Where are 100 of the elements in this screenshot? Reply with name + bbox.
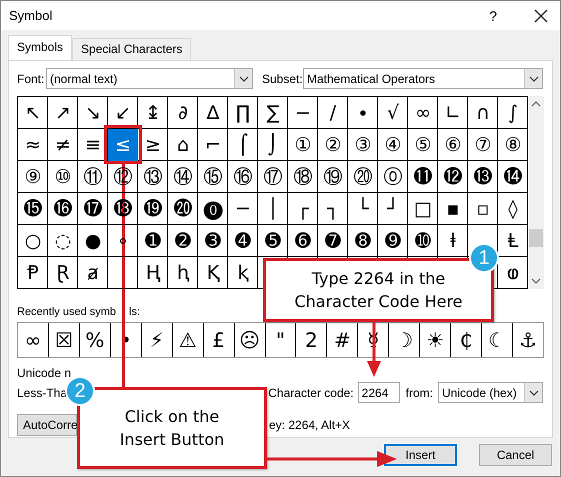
dialog-button[interactable]: Cancel xyxy=(479,444,552,466)
symbol-cell[interactable]: ∘ xyxy=(108,225,138,257)
symbol-cell[interactable]: ① xyxy=(288,129,318,161)
symbol-cell[interactable]: ⓰ xyxy=(48,193,78,225)
symbol-cell[interactable]: ⱪ xyxy=(228,257,258,289)
symbol-cell[interactable]: ∂ xyxy=(168,97,198,129)
close-icon[interactable] xyxy=(534,8,548,22)
symbol-cell[interactable]: Ⱪ xyxy=(198,257,228,289)
symbol-cell[interactable]: ┘ xyxy=(378,193,408,225)
symbol-cell[interactable]: − xyxy=(288,97,318,129)
symbol-cell[interactable]: ∙ xyxy=(348,97,378,129)
symbol-cell[interactable]: √ xyxy=(378,97,408,129)
symbol-cell[interactable]: ⑭ xyxy=(168,161,198,193)
symbol-cell[interactable]: ☹ xyxy=(234,323,266,357)
symbol-cell[interactable]: ⌡ xyxy=(258,129,288,161)
symbol-cell[interactable]: ⑨ xyxy=(18,161,48,193)
symbol-cell[interactable]: ∞ xyxy=(18,323,49,357)
symbol-cell[interactable]: ● xyxy=(78,225,108,257)
scrollbar[interactable] xyxy=(528,96,544,289)
symbol-cell[interactable]: ∏ xyxy=(228,97,258,129)
symbol-cell[interactable]: ↗ xyxy=(48,97,78,129)
symbol-cell[interactable]: ↙ xyxy=(108,97,138,129)
tab[interactable]: Symbols xyxy=(8,35,72,60)
symbol-cell[interactable]: ➓ xyxy=(408,225,438,257)
symbol-cell[interactable]: ∞ xyxy=(408,97,438,129)
symbol-cell[interactable]: ∫ xyxy=(498,97,528,129)
symbol-cell[interactable]: ↘ xyxy=(78,97,108,129)
symbol-cell[interactable]: ⚓ xyxy=(513,323,543,357)
symbol-cell[interactable]: % xyxy=(80,323,111,357)
symbol-cell[interactable]: ⑯ xyxy=(228,161,258,193)
symbol-cell[interactable]: ≈ xyxy=(18,129,48,161)
symbol-cell[interactable]: □ xyxy=(408,193,438,225)
symbol-cell[interactable]: ⌠ xyxy=(228,129,258,161)
symbol-cell[interactable]: ⚡ xyxy=(142,323,173,357)
symbol-cell[interactable]: ⌂ xyxy=(168,129,198,161)
symbol-cell[interactable]: ⓴ xyxy=(168,193,198,225)
symbol-cell[interactable]: ➒ xyxy=(378,225,408,257)
symbol-cell[interactable]: ⑤ xyxy=(408,129,438,161)
symbol-cell[interactable]: ∕ xyxy=(318,97,348,129)
font-dropdown[interactable]: (normal text) xyxy=(46,68,253,89)
help-button[interactable]: ? xyxy=(489,8,497,24)
symbol-cell[interactable]: ➐ xyxy=(318,225,348,257)
symbol-cell[interactable]: ⑬ xyxy=(138,161,168,193)
symbol-cell[interactable]: └ xyxy=(348,193,378,225)
symbol-cell[interactable]: ∩ xyxy=(468,97,498,129)
symbol-cell[interactable]: ⱡ xyxy=(438,225,468,257)
symbol-cell[interactable]: ➎ xyxy=(258,225,288,257)
symbol-cell[interactable]: ≤ xyxy=(108,129,138,161)
symbol-cell[interactable]: ⑦ xyxy=(468,129,498,161)
symbol-cell[interactable]: ≡ xyxy=(78,129,108,161)
symbol-cell[interactable]: ◊ xyxy=(498,193,528,225)
symbol-cell[interactable]: ⓿ xyxy=(198,193,228,225)
symbol-cell[interactable]: Ᵽ xyxy=(18,257,48,289)
symbol-cell[interactable]: ⚠ xyxy=(172,323,204,357)
symbol-cell[interactable]: ⱥ xyxy=(78,257,108,289)
symbol-cell[interactable]: ∟ xyxy=(438,97,468,129)
symbol-cell[interactable]: ⱷ xyxy=(498,257,528,289)
symbol-cell[interactable]: ☒ xyxy=(48,323,80,357)
from-dropdown[interactable]: Unicode (hex) xyxy=(438,382,543,403)
symbol-cell[interactable]: ⓫ xyxy=(408,161,438,193)
symbol-cell[interactable]: " xyxy=(266,323,296,357)
dialog-button[interactable]: Insert xyxy=(384,444,457,466)
symbol-cell[interactable]: ⑧ xyxy=(498,129,528,161)
symbol-cell[interactable]: ▪ xyxy=(438,193,468,225)
symbol-cell[interactable]: ⓯ xyxy=(18,193,48,225)
scrollbar-thumb[interactable] xyxy=(529,229,543,247)
symbol-cell[interactable]: ≥ xyxy=(138,129,168,161)
symbol-cell[interactable]: ₵ xyxy=(451,323,482,357)
symbol-cell[interactable]: ➌ xyxy=(198,225,228,257)
symbol-cell[interactable]: ⑪ xyxy=(78,161,108,193)
symbol-cell[interactable]: ⑱ xyxy=(288,161,318,193)
symbol-cell[interactable]: ◌ xyxy=(48,225,78,257)
symbol-cell[interactable]: Ⱡ xyxy=(498,225,528,257)
symbol-cell[interactable]: ☀ xyxy=(420,323,452,357)
symbol-cell[interactable]: ④ xyxy=(378,129,408,161)
tab[interactable]: Special Characters xyxy=(72,38,192,60)
symbol-cell[interactable]: ⑰ xyxy=(258,161,288,193)
symbol-cell[interactable]: ≠ xyxy=(48,129,78,161)
symbol-cell[interactable]: ⑲ xyxy=(318,161,348,193)
symbol-cell[interactable]: ∑ xyxy=(258,97,288,129)
symbol-cell[interactable]: ⑳ xyxy=(348,161,378,193)
symbol-cell[interactable]: Ⱨ xyxy=(138,257,168,289)
symbol-cell[interactable]: ↨ xyxy=(138,97,168,129)
caret-icon[interactable] xyxy=(528,76,538,82)
symbol-cell[interactable]: # xyxy=(327,323,358,357)
symbol-cell[interactable]: ➑ xyxy=(348,225,378,257)
symbol-cell[interactable]: ➏ xyxy=(288,225,318,257)
symbol-cell[interactable]: ┐ xyxy=(318,193,348,225)
autocorrect-button[interactable]: AutoCorre xyxy=(17,414,77,436)
symbol-cell[interactable]: │ xyxy=(258,193,288,225)
symbol-cell[interactable]: ⌐ xyxy=(198,129,228,161)
input-field[interactable]: 2264 xyxy=(358,382,400,403)
symbol-cell[interactable]: 2 xyxy=(296,323,328,357)
symbol-cell[interactable]: ○ xyxy=(18,225,48,257)
symbol-cell[interactable]: ⓭ xyxy=(468,161,498,193)
symbol-cell[interactable]: ⓮ xyxy=(498,161,528,193)
symbol-cell[interactable]: ⓪ xyxy=(378,161,408,193)
symbol-cell[interactable]: ⑥ xyxy=(438,129,468,161)
symbol-cell[interactable]: ② xyxy=(318,129,348,161)
symbol-cell[interactable]: ☽ xyxy=(389,323,420,357)
